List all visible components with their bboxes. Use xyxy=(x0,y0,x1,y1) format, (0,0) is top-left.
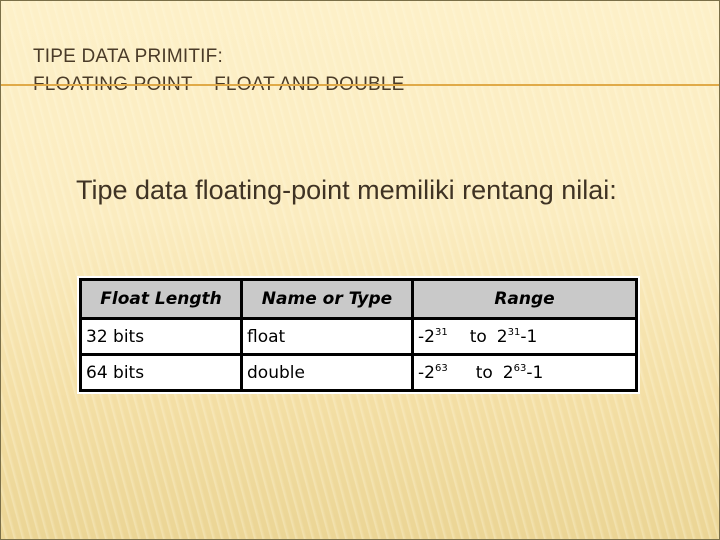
cell-length: 32 bits xyxy=(79,317,243,356)
cell-range: -263 to 263-1 xyxy=(411,353,638,392)
range-to: to xyxy=(469,326,487,347)
range-table-container: Float Length Name or Type Range 32 bits … xyxy=(77,276,640,394)
range-min-exponent: 31 xyxy=(434,326,448,338)
range-max-exponent: 31 xyxy=(507,326,521,338)
cell-range: -231 to 231-1 xyxy=(411,317,638,356)
range-min-base: -2 xyxy=(418,326,435,347)
cell-type: float xyxy=(240,317,414,356)
cell-length: 64 bits xyxy=(79,353,243,392)
range-max-suffix: -1 xyxy=(526,362,544,383)
title-line-1: TIPE DATA PRIMITIF: xyxy=(33,46,223,67)
header-range: Range xyxy=(411,278,638,320)
table-header-row: Float Length Name or Type Range xyxy=(79,278,638,320)
header-float-length: Float Length xyxy=(79,278,243,320)
range-max-base: 2 xyxy=(502,362,514,383)
slide-title: TIPE DATA PRIMITIF: FLOATING POINT – FLO… xyxy=(33,43,405,99)
range-min-base: -2 xyxy=(418,362,435,383)
table-row: 64 bits double -263 to 263-1 xyxy=(79,353,638,392)
range-table: Float Length Name or Type Range 32 bits … xyxy=(79,278,638,392)
range-max-base: 2 xyxy=(496,326,508,347)
table-row: 32 bits float -231 to 231-1 xyxy=(79,317,638,356)
slide: TIPE DATA PRIMITIF: FLOATING POINT – FLO… xyxy=(0,0,720,540)
header-name-or-type: Name or Type xyxy=(240,278,414,320)
title-accent-rule xyxy=(1,84,719,86)
cell-type: double xyxy=(240,353,414,392)
range-min-exponent: 63 xyxy=(434,362,448,374)
range-max-exponent: 63 xyxy=(513,362,527,374)
range-max-suffix: -1 xyxy=(520,326,538,347)
slide-body-text: Tipe data floating-point memiliki rentan… xyxy=(76,175,617,205)
range-to: to xyxy=(475,362,493,383)
